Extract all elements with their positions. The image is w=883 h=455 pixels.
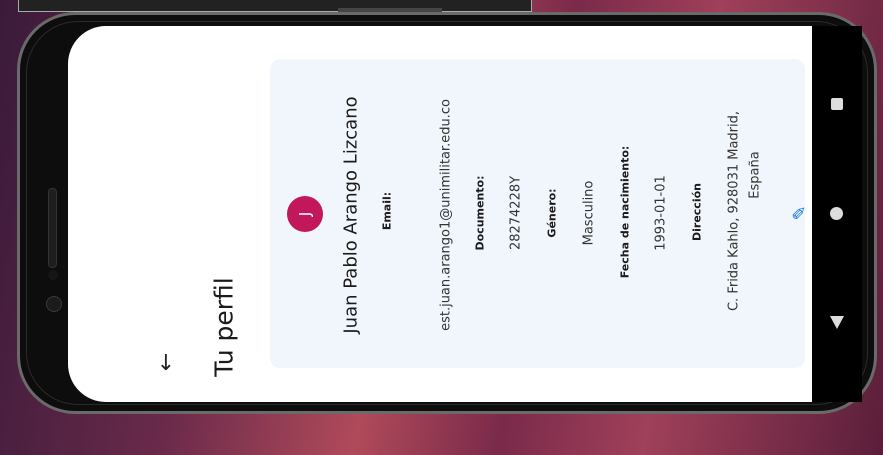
- page-title: Tu perfil: [209, 277, 239, 377]
- top-bar: [18, 0, 532, 12]
- sensor: [48, 270, 58, 280]
- birth-label: Fecha de nacimiento:: [618, 145, 632, 279]
- recents-icon[interactable]: [831, 98, 843, 110]
- address-line1: C. Frida Kahlo, 928031 Madrid,: [726, 110, 742, 312]
- avatar: J: [287, 196, 323, 232]
- arrow-back-icon[interactable]: ↓: [152, 350, 180, 378]
- address-label: Dirección: [690, 183, 704, 241]
- system-nav-bar: [812, 26, 862, 402]
- profile-name: Juan Pablo Arango Lizcano: [340, 96, 362, 334]
- back-nav-icon[interactable]: [830, 316, 844, 329]
- gender-value: Masculino: [581, 180, 597, 246]
- speaker-slot: [48, 188, 57, 268]
- avatar-initial: J: [296, 211, 314, 217]
- birth-value: 1993-01-01: [653, 175, 669, 251]
- pencil-icon[interactable]: ✎: [790, 205, 811, 220]
- address-line2: España: [747, 151, 763, 199]
- email-value: est.juan.arango1@unimilitar.edu.co: [438, 99, 454, 331]
- home-icon[interactable]: [830, 207, 843, 220]
- document-label: Documento:: [473, 175, 487, 251]
- front-camera: [46, 296, 62, 312]
- gender-label: Género:: [545, 188, 559, 238]
- email-label: Email:: [380, 191, 394, 231]
- document-value: 28274228Y: [508, 175, 524, 251]
